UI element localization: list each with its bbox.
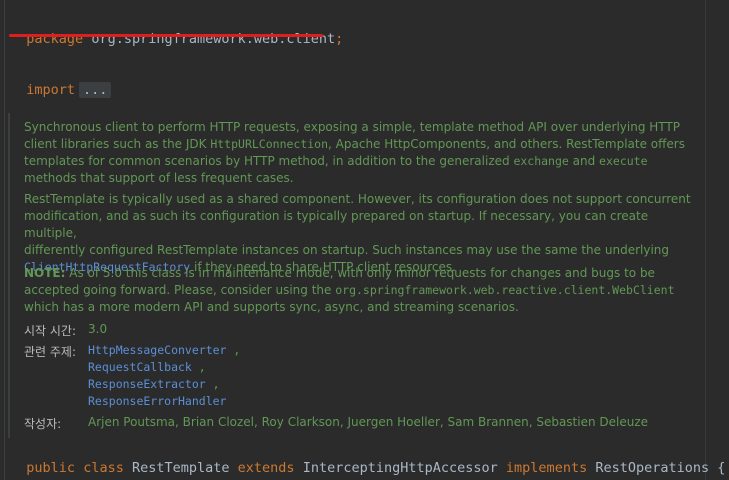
since-value: 3.0 [88, 322, 108, 336]
doc-line: differently configured RestTemplate inst… [24, 243, 669, 257]
interface-name: RestOperations [595, 460, 710, 476]
doc-text: accepted going forward. Please, consider… [24, 283, 336, 297]
class-declaration[interactable]: public class RestTemplate extends Interc… [10, 444, 725, 476]
doc-line: templates for common scenarios by HTTP m… [24, 153, 694, 170]
author-label: 작성자: [24, 417, 62, 431]
link-responseerrorhandler[interactable]: ResponseErrorHandler [88, 394, 226, 408]
see-link-item: HttpMessageConverter , [88, 343, 240, 357]
javadoc-paragraph-2: RestTemplate is typically used as a shar… [24, 191, 694, 276]
javadoc-paragraph-3: NOTE: As of 5.0 this class is in mainten… [24, 265, 694, 316]
super-class-name: InterceptingHttpAccessor [302, 460, 498, 476]
separator: , [212, 377, 220, 391]
import-fold-toggle[interactable]: ... [79, 82, 112, 98]
open-brace: { [717, 460, 726, 476]
note-label: NOTE: [24, 266, 66, 280]
link-httpmessageconverter[interactable]: HttpMessageConverter [88, 343, 226, 357]
doc-text: , Apache HttpComponents, and others. Res… [328, 137, 685, 151]
doc-line: client libraries such as the JDK HttpURL… [24, 136, 694, 153]
link-responseextractor[interactable]: ResponseExtractor [88, 377, 206, 391]
doc-line: NOTE: As of 5.0 this class is in mainten… [24, 265, 694, 282]
right-margin-guide [705, 0, 706, 480]
doc-code: execute [599, 154, 648, 168]
doc-line: modification, and as such its configurat… [24, 209, 649, 240]
author-value: Arjen Poutsma, Brian Clozel, Roy Clarkso… [88, 415, 649, 429]
editor-gutter [4, 0, 5, 480]
doc-line: methods that support of less frequent ca… [24, 171, 294, 185]
doc-text: templates for common scenarios by HTTP m… [24, 154, 514, 168]
doc-text: As of 5.0 this class is in maintenance m… [65, 266, 655, 280]
separator: , [198, 360, 206, 374]
doc-line: which has a more modern API and supports… [24, 300, 519, 314]
separator: , [233, 343, 241, 357]
see-link-item: ResponseExtractor , [88, 377, 220, 391]
doc-text: client libraries such as the JDK [24, 137, 211, 151]
see-label: 관련 주제: [24, 345, 77, 359]
class-name: RestTemplate [131, 460, 230, 476]
link-requestcallback[interactable]: RequestCallback [88, 360, 192, 374]
import-keyword: import [26, 82, 76, 98]
since-label: 시작 시간: [24, 324, 77, 338]
extends-keyword: extends [237, 460, 295, 476]
doc-line: RestTemplate is typically used as a shar… [24, 192, 691, 206]
import-block[interactable]: import... [10, 66, 112, 98]
package-semicolon: ; [335, 31, 344, 47]
package-declaration[interactable]: package org.springframework.web.client; [10, 15, 343, 47]
doc-line: Synchronous client to perform HTTP reque… [24, 120, 680, 134]
red-underline-annotation [9, 34, 323, 37]
class-keyword: class [83, 460, 124, 476]
doc-text: and [568, 154, 600, 168]
rendered-javadoc: Synchronous client to perform HTTP reque… [8, 113, 704, 438]
doc-line: accepted going forward. Please, consider… [24, 282, 694, 299]
doc-code: org.springframework.web.reactive.client.… [335, 283, 675, 297]
javadoc-paragraph-1: Synchronous client to perform HTTP reque… [24, 119, 694, 187]
javadoc-side-bar [8, 113, 10, 438]
doc-code: HttpURLConnection [210, 137, 329, 151]
public-keyword: public [26, 460, 76, 476]
doc-code: exchange [513, 154, 569, 168]
see-link-item: ResponseErrorHandler [88, 394, 226, 408]
implements-keyword: implements [505, 460, 588, 476]
see-link-item: RequestCallback , [88, 360, 206, 374]
